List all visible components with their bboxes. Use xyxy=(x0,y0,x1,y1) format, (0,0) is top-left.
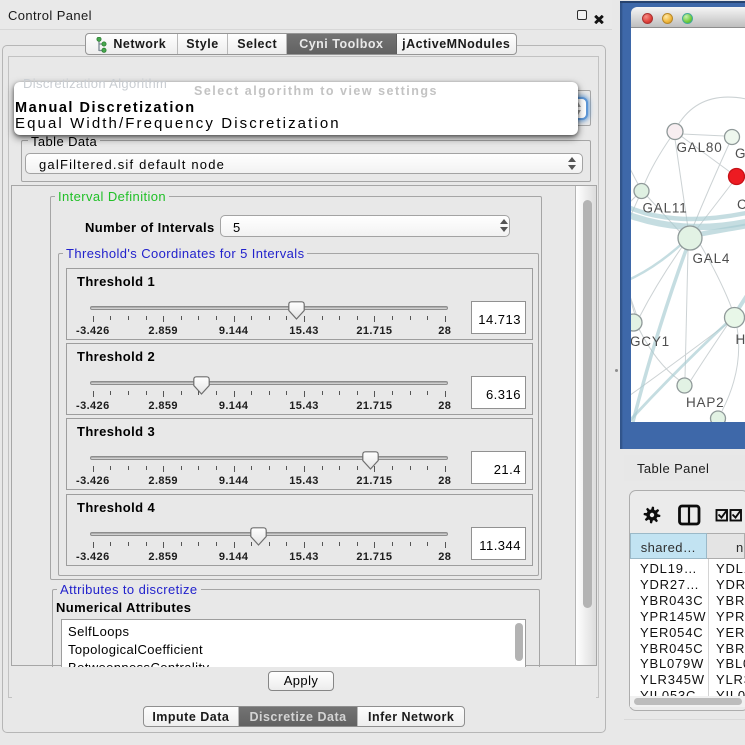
svg-text:GAL11: GAL11 xyxy=(643,201,688,216)
svg-text:G: G xyxy=(735,146,745,161)
svg-text:H: H xyxy=(736,332,745,347)
svg-text:GCY1: GCY1 xyxy=(631,334,670,349)
svg-text:GAL4: GAL4 xyxy=(693,251,731,266)
svg-text:HAP2: HAP2 xyxy=(686,395,724,410)
svg-text:C: C xyxy=(737,197,745,212)
svg-text:GAL80: GAL80 xyxy=(677,140,723,155)
